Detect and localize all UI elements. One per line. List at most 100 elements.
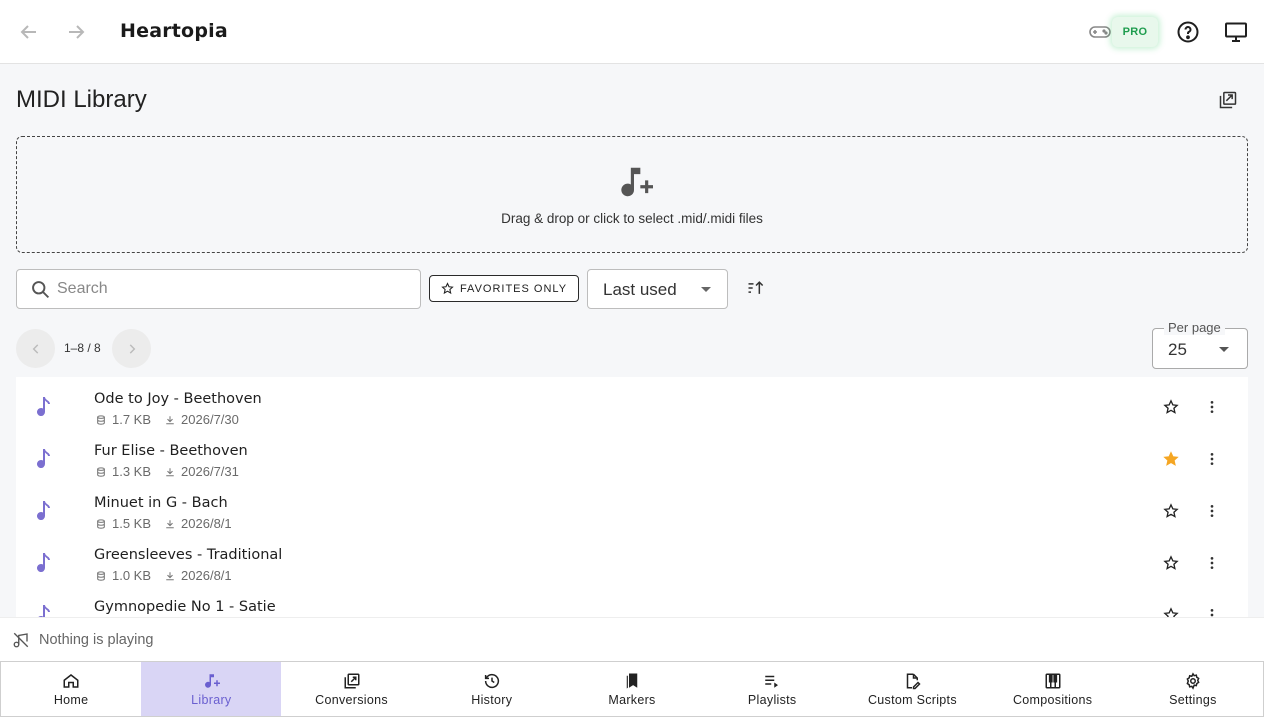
- nav-label: Conversions: [315, 692, 388, 707]
- home-icon: [63, 673, 79, 688]
- song-meta: 1.7 KB 2026/7/30: [96, 412, 239, 427]
- more-vertical-icon[interactable]: [1204, 607, 1220, 617]
- star-outline-icon[interactable]: [1163, 503, 1179, 519]
- top-bar: Heartopia PRO: [0, 0, 1264, 64]
- gear-icon: [1186, 671, 1200, 690]
- nav-label: Custom Scripts: [867, 692, 957, 707]
- search-box[interactable]: [16, 269, 421, 309]
- song-name: Fur Elise - Beethoven: [94, 443, 248, 459]
- pro-badge[interactable]: PRO: [1112, 17, 1158, 47]
- song-size: 1.5 KB: [112, 516, 152, 531]
- database-icon: [97, 414, 105, 425]
- music-add-icon: [205, 673, 221, 688]
- song-date: 2026/7/30: [181, 412, 239, 427]
- script-icon: [907, 673, 921, 689]
- list-item[interactable]: Gymnopedie No 1 - Satie: [16, 585, 1248, 617]
- song-meta: 1.0 KB 2026/8/1: [96, 568, 232, 583]
- nav-library[interactable]: Library: [141, 662, 282, 716]
- nav-label: Library: [191, 692, 232, 707]
- music-note-icon: [37, 553, 50, 573]
- list-item[interactable]: Greensleeves - Traditional 1.0 KB 2026/8…: [16, 533, 1248, 585]
- per-page-label: Per page: [1164, 321, 1225, 335]
- song-name: Greensleeves - Traditional: [94, 547, 283, 563]
- download-icon: [166, 519, 174, 528]
- app-brand: Heartopia: [120, 20, 228, 42]
- dropzone-text: Drag & drop or click to select .mid/.mid…: [501, 211, 763, 226]
- sort-direction-icon[interactable]: [746, 278, 766, 298]
- conversions-icon: [344, 673, 360, 688]
- next-page-button[interactable]: [112, 329, 151, 368]
- per-page-select[interactable]: Per page 25: [1152, 321, 1248, 369]
- database-icon: [97, 570, 105, 581]
- star-outline-icon[interactable]: [1163, 555, 1179, 571]
- music-note-icon: [37, 501, 50, 521]
- nav-settings[interactable]: Settings: [1123, 662, 1263, 716]
- nav-markers[interactable]: Markers: [562, 662, 702, 716]
- nav-compositions[interactable]: Compositions: [983, 662, 1123, 716]
- forward-arrow-icon[interactable]: [64, 20, 88, 44]
- favorites-only-label: FAVORITES ONLY: [459, 282, 568, 295]
- nav-playlists[interactable]: Playlists: [702, 662, 842, 716]
- now-playing-text: Nothing is playing: [39, 632, 154, 648]
- bottom-navigation: Home Library Conversions History Markers…: [0, 661, 1264, 717]
- midi-list: Ode to Joy - Beethoven 1.7 KB 2026/7/30 …: [16, 377, 1248, 617]
- song-size: 1.0 KB: [112, 568, 152, 583]
- database-icon: [97, 466, 105, 477]
- song-name: Minuet in G - Bach: [94, 495, 228, 511]
- song-meta: 1.3 KB 2026/7/31: [96, 464, 239, 479]
- music-note-icon: [37, 397, 50, 417]
- per-page-value: 25: [1168, 340, 1187, 359]
- back-arrow-icon[interactable]: [17, 20, 41, 44]
- download-icon: [166, 467, 174, 476]
- nav-conversions[interactable]: Conversions: [281, 662, 421, 716]
- page-range: 1–8 / 8: [64, 341, 101, 355]
- list-item[interactable]: Minuet in G - Bach 1.5 KB 2026/8/1: [16, 481, 1248, 533]
- list-item[interactable]: Ode to Joy - Beethoven 1.7 KB 2026/7/30: [16, 377, 1248, 429]
- nav-label: Playlists: [747, 692, 797, 707]
- download-icon: [166, 415, 174, 424]
- song-size: 1.7 KB: [112, 412, 152, 427]
- favorites-only-button[interactable]: FAVORITES ONLY: [429, 275, 579, 302]
- more-vertical-icon[interactable]: [1204, 503, 1220, 519]
- song-date: 2026/8/1: [181, 516, 232, 531]
- more-vertical-icon[interactable]: [1204, 399, 1220, 415]
- nav-label: Home: [53, 692, 89, 707]
- music-note-icon: [37, 449, 50, 469]
- page-title: MIDI Library: [16, 86, 147, 113]
- chevron-left-icon: [32, 343, 38, 354]
- nav-label: History: [471, 692, 513, 707]
- chevron-right-icon: [129, 343, 135, 354]
- song-name: Ode to Joy - Beethoven: [94, 391, 262, 407]
- bookmarks-icon: [626, 673, 638, 688]
- import-library-icon[interactable]: [1218, 90, 1238, 110]
- now-playing-bar: Nothing is playing: [0, 617, 1264, 661]
- chevron-down-icon: [701, 287, 711, 292]
- search-input[interactable]: [57, 276, 407, 302]
- song-meta: 1.5 KB 2026/8/1: [96, 516, 232, 531]
- nav-home[interactable]: Home: [1, 662, 141, 716]
- monitor-icon[interactable]: [1224, 20, 1248, 44]
- download-icon: [166, 571, 174, 580]
- music-add-icon: [621, 167, 653, 197]
- list-item[interactable]: Fur Elise - Beethoven 1.3 KB 2026/7/31: [16, 429, 1248, 481]
- star-outline-icon[interactable]: [1163, 607, 1179, 617]
- song-size: 1.3 KB: [112, 464, 152, 479]
- gamepad-icon[interactable]: [1088, 20, 1112, 44]
- star-outline-icon[interactable]: [1163, 399, 1179, 415]
- database-icon: [97, 518, 105, 529]
- nav-history[interactable]: History: [422, 662, 562, 716]
- music-note-icon: [38, 605, 50, 617]
- more-vertical-icon[interactable]: [1204, 555, 1220, 571]
- star-filled-icon[interactable]: [1163, 451, 1179, 467]
- help-icon[interactable]: [1176, 20, 1200, 44]
- history-icon: [484, 673, 499, 688]
- previous-page-button[interactable]: [16, 329, 55, 368]
- nav-label: Settings: [1169, 692, 1217, 707]
- nav-custom-scripts[interactable]: Custom Scripts: [842, 662, 982, 716]
- search-icon: [32, 281, 50, 299]
- music-off-icon: [13, 632, 29, 648]
- file-dropzone[interactable]: Drag & drop or click to select .mid/.mid…: [16, 136, 1248, 253]
- more-vertical-icon[interactable]: [1204, 451, 1220, 467]
- song-date: 2026/8/1: [181, 568, 232, 583]
- sort-select[interactable]: Last used: [587, 269, 728, 309]
